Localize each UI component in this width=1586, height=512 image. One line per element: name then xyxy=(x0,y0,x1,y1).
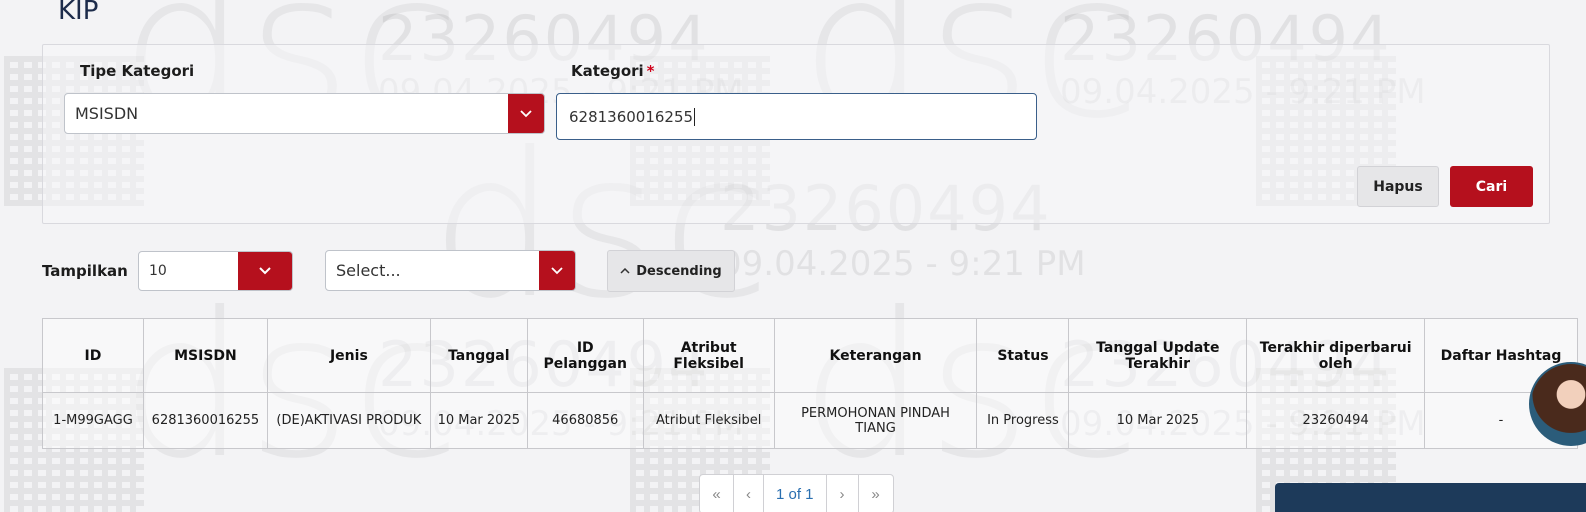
kategori-label: Kategori * xyxy=(571,62,655,80)
column-header[interactable]: Status xyxy=(976,318,1070,393)
sort-field-select[interactable]: Select... xyxy=(325,250,576,291)
table-cell: 10 Mar 2025 xyxy=(429,392,528,449)
column-header[interactable]: ID xyxy=(42,318,144,393)
kategori-input-value: 6281360016255 xyxy=(569,107,694,126)
table-row[interactable]: 1-M99GAGG 6281360016255 (DE)AKTIVASI PRO… xyxy=(42,392,1578,449)
table-cell: (DE)AKTIVASI PRODUK xyxy=(266,392,431,449)
page-size-value: 10 xyxy=(149,263,167,279)
hapus-button[interactable]: Hapus xyxy=(1357,166,1439,207)
table-header-row: ID MSISDN Jenis Tanggal ID Pelanggan Atr… xyxy=(42,318,1578,393)
chevron-down-icon[interactable] xyxy=(539,251,575,290)
tipe-kategori-label: Tipe Kategori xyxy=(80,62,195,80)
column-header[interactable]: Tanggal xyxy=(429,318,528,393)
sort-order-label: Descending xyxy=(636,263,722,279)
table-cell: PERMOHONAN PINDAH TIANG xyxy=(773,392,978,449)
required-marker: * xyxy=(646,62,655,80)
last-page-button[interactable]: » xyxy=(859,475,893,512)
sort-order-button[interactable]: Descending xyxy=(607,250,735,292)
table-cell: 23260494 xyxy=(1246,392,1426,449)
page-title: KIP xyxy=(58,0,99,26)
chevron-down-icon[interactable] xyxy=(508,94,544,133)
tipe-kategori-value: MSISDN xyxy=(75,104,139,123)
text-cursor xyxy=(694,107,696,126)
pagination: « ‹ 1 of 1 › » xyxy=(699,474,894,512)
column-header[interactable]: Keterangan xyxy=(773,318,978,393)
column-header[interactable]: MSISDN xyxy=(142,318,268,393)
kategori-label-text: Kategori xyxy=(571,62,644,80)
column-header[interactable]: ID Pelanggan xyxy=(526,318,644,393)
column-header[interactable]: Jenis xyxy=(266,318,431,393)
results-table: ID MSISDN Jenis Tanggal ID Pelanggan Atr… xyxy=(42,318,1578,449)
table-cell: Atribut Fleksibel xyxy=(642,392,775,449)
table-cell: 46680856 xyxy=(526,392,644,449)
tipe-kategori-select[interactable]: MSISDN xyxy=(64,93,545,134)
chevron-up-icon xyxy=(620,268,630,274)
cari-button[interactable]: Cari xyxy=(1450,166,1533,207)
page-size-select[interactable]: 10 xyxy=(138,251,293,291)
next-page-button[interactable]: › xyxy=(827,475,859,512)
watermark-datetime: 09.04.2025 - 9:21 PM xyxy=(720,244,1086,284)
prev-page-button[interactable]: ‹ xyxy=(734,475,764,512)
chat-widget-bar[interactable] xyxy=(1275,483,1586,512)
current-page-indicator: 1 of 1 xyxy=(764,475,827,512)
table-cell: 6281360016255 xyxy=(142,392,268,449)
table-cell: 1-M99GAGG xyxy=(42,392,144,449)
table-cell: 10 Mar 2025 xyxy=(1068,392,1248,449)
tampilkan-label: Tampilkan xyxy=(42,262,128,280)
column-header[interactable]: Terakhir diperbarui oleh xyxy=(1246,318,1426,393)
first-page-button[interactable]: « xyxy=(700,475,734,512)
table-cell: In Progress xyxy=(976,392,1070,449)
column-header[interactable]: Atribut Fleksibel xyxy=(642,318,775,393)
chevron-down-icon[interactable] xyxy=(238,252,292,290)
kategori-input[interactable]: 6281360016255 xyxy=(556,93,1037,140)
column-header[interactable]: Tanggal Update Terakhir xyxy=(1068,318,1248,393)
sort-field-placeholder: Select... xyxy=(336,261,401,280)
